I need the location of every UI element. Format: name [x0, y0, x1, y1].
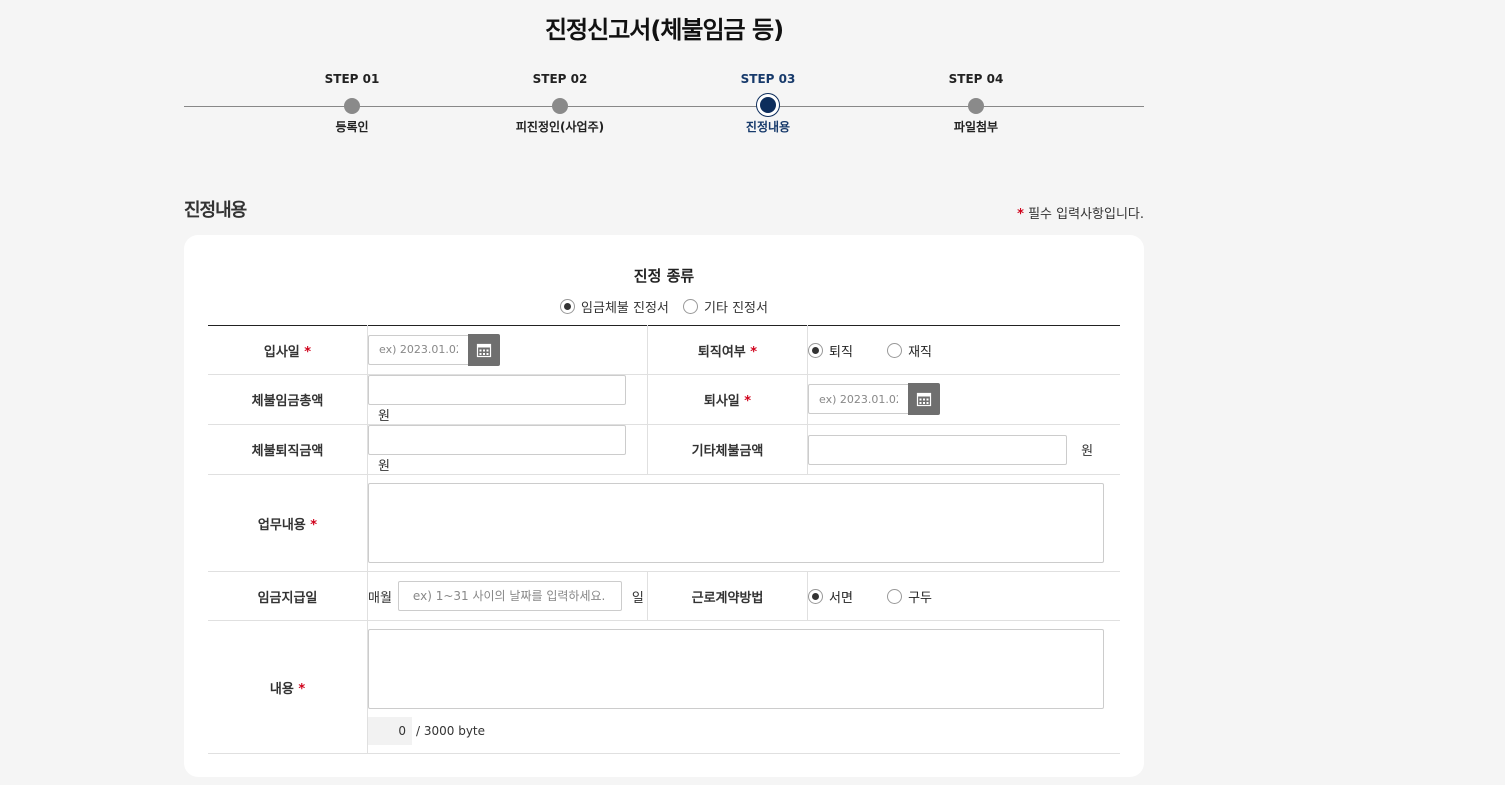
step-3: STEP 03 진정내용 — [688, 70, 848, 135]
other-unpaid-label: 기타체불금액 — [647, 424, 808, 475]
stepper: STEP 01 등록인 STEP 02 피진정인(사업주) STEP 03 진정… — [184, 70, 1144, 150]
byte-counter: 0 / 3000 byte — [368, 717, 1120, 745]
unit-won: 원 — [1081, 444, 1094, 459]
contract-method-label: 근로계약방법 — [647, 571, 808, 621]
radio-employed[interactable]: 재직 — [887, 341, 932, 360]
job-description-textarea[interactable] — [368, 483, 1104, 563]
step-number: STEP 03 — [740, 72, 796, 86]
calendar-icon[interactable] — [468, 333, 500, 366]
radio-written[interactable]: 서면 — [808, 587, 853, 606]
radio-wage-petition[interactable]: 임금체불 진정서 — [560, 297, 669, 316]
radio-unchecked-icon[interactable] — [683, 299, 699, 314]
pay-day-unit: 일 — [631, 590, 644, 606]
hire-date-input[interactable] — [368, 334, 468, 365]
radio-label: 퇴직 — [829, 344, 853, 360]
hire-date-label: 입사일 * — [208, 325, 368, 375]
required-note-text: 필수 입력사항입니다. — [1028, 207, 1144, 222]
step-1: STEP 01 등록인 — [272, 70, 432, 135]
radio-unchecked-icon[interactable] — [887, 588, 903, 604]
retire-date-label: 퇴사일 * — [647, 374, 808, 425]
unpaid-severance-input[interactable] — [368, 425, 626, 455]
radio-checked-icon[interactable] — [808, 588, 823, 604]
pay-day-input[interactable] — [397, 581, 622, 611]
radio-unchecked-icon[interactable] — [887, 342, 903, 358]
unpaid-total-input[interactable] — [368, 375, 626, 405]
retire-date-input[interactable] — [808, 384, 908, 414]
retired-label: 퇴직여부 * — [647, 325, 808, 375]
unpaid-total-label: 체불임금총액 — [208, 374, 368, 425]
unit-won: 원 — [378, 409, 390, 424]
step-4: STEP 04 파일첨부 — [896, 70, 1056, 135]
other-unpaid-input[interactable] — [808, 434, 1067, 465]
radio-label: 재직 — [908, 344, 932, 360]
section-title: 진정내용 — [184, 200, 247, 221]
radio-label: 임금체불 진정서 — [581, 301, 669, 316]
radio-other-petition[interactable]: 기타 진정서 — [683, 297, 768, 316]
step-number: STEP 04 — [948, 72, 1004, 86]
step-2: STEP 02 피진정인(사업주) — [480, 70, 640, 135]
petition-form-table: 입사일 * 퇴직여부 * 퇴직 재직 체불임금총액 원 퇴사일 * — [208, 325, 1120, 754]
radio-retired[interactable]: 퇴직 — [808, 341, 853, 360]
radio-checked-icon[interactable] — [808, 342, 823, 358]
step-number: STEP 01 — [324, 72, 380, 86]
radio-label: 기타 진정서 — [704, 301, 768, 316]
step-dot-active — [760, 97, 776, 113]
required-star: * — [1017, 207, 1024, 222]
step-number: STEP 02 — [532, 72, 588, 86]
required-note: * 필수 입력사항입니다. — [1017, 203, 1144, 222]
step-dot — [552, 98, 568, 114]
byte-limit: / 3000 byte — [416, 724, 486, 738]
step-dot — [968, 98, 984, 114]
byte-count: 0 — [368, 717, 412, 745]
radio-oral[interactable]: 구두 — [887, 587, 932, 606]
page-title: 진정신고서(체불임금 등) — [544, 16, 784, 44]
content-label: 내용 * — [208, 620, 368, 754]
pay-day-label: 임금지급일 — [208, 571, 368, 621]
petition-kind-options: 임금체불 진정서 기타 진정서 — [184, 297, 1144, 316]
unit-won: 원 — [378, 459, 390, 474]
form-card: 진정 종류 임금체불 진정서 기타 진정서 입사일 * 퇴직여부 * 퇴직 재직 — [184, 235, 1144, 777]
radio-label: 구두 — [908, 590, 932, 606]
hire-date-picker — [368, 333, 500, 366]
radio-checked-icon[interactable] — [560, 299, 576, 314]
step-dot — [344, 98, 360, 114]
retire-date-picker — [808, 383, 940, 415]
radio-label: 서면 — [829, 590, 853, 606]
job-description-label: 업무내용 * — [208, 474, 368, 572]
petition-kind-title: 진정 종류 — [633, 267, 695, 285]
unpaid-severance-label: 체불퇴직금액 — [208, 424, 368, 475]
calendar-icon[interactable] — [908, 383, 940, 415]
content-textarea[interactable] — [368, 629, 1104, 709]
pay-day-prefix: 매월 — [368, 590, 392, 606]
